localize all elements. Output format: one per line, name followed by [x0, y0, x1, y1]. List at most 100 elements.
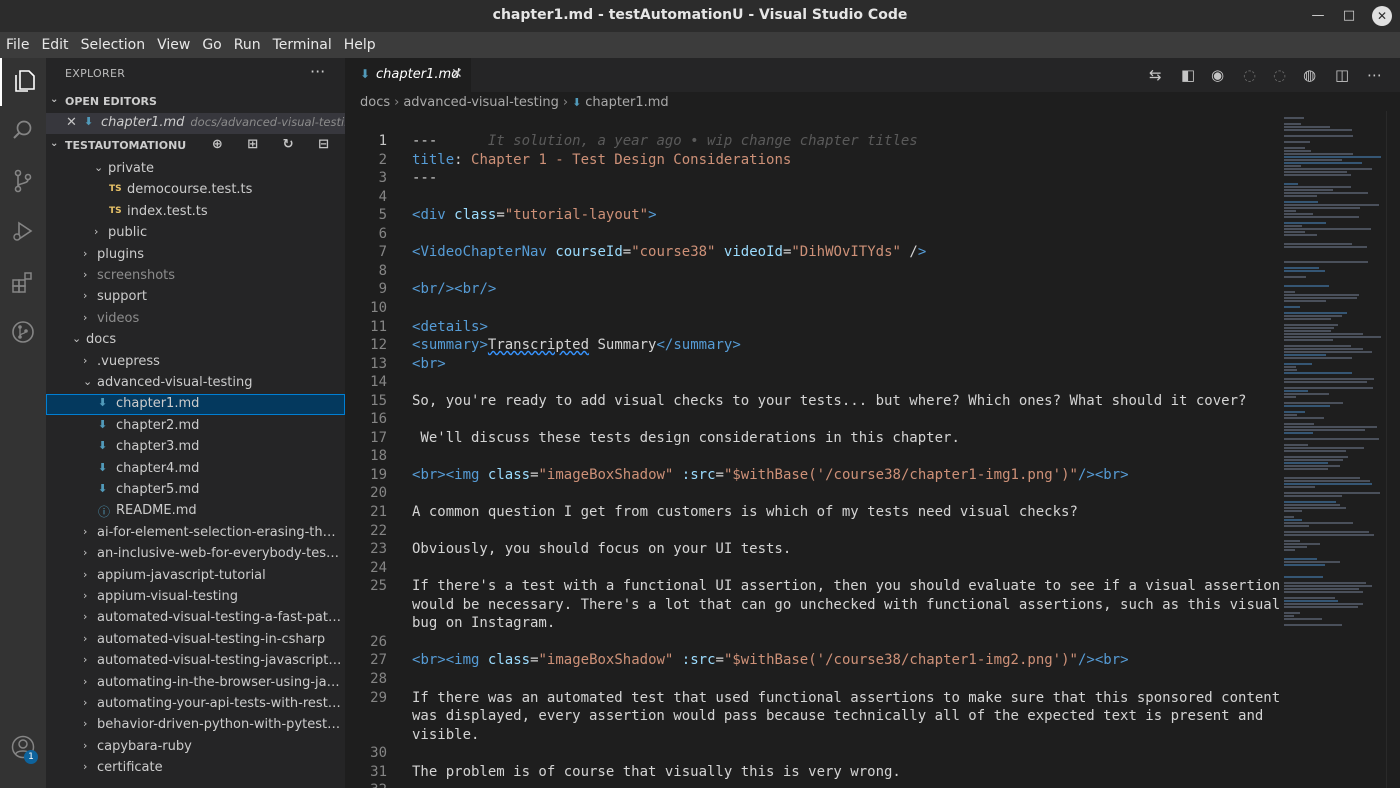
minimap-line — [1284, 405, 1330, 407]
code-line: <div class="tutorial-layout"> — [412, 207, 657, 224]
minimap-line — [1284, 546, 1307, 548]
menu-view[interactable]: View — [151, 32, 196, 58]
activity-bar: 1 — [0, 58, 46, 788]
minimap[interactable] — [1280, 111, 1385, 788]
tree-item[interactable]: ⬇ chapter3.md — [46, 437, 345, 458]
open-editors-header[interactable]: ⌄ OPEN EDITORS — [46, 91, 345, 113]
tree-item[interactable]: ⬇ chapter4.md — [46, 459, 345, 480]
tree-item[interactable]: › ai-for-element-selection-erasing-the-pa… — [46, 523, 345, 544]
tree-item[interactable]: › .vuepress — [46, 352, 345, 373]
menu-go[interactable]: Go — [196, 32, 227, 58]
git-commit-icon[interactable]: ◉ — [1211, 66, 1224, 84]
menu-help[interactable]: Help — [338, 32, 382, 58]
tree-item[interactable]: ⓘ README.md — [46, 501, 345, 522]
minimap-line — [1284, 411, 1305, 413]
open-editor-item[interactable]: ✕ ⬇ chapter1.md docs/advanced-visual-test… — [46, 113, 345, 134]
code-editor[interactable]: 1 --- It solution, a year ago • wip chang… — [345, 131, 1280, 788]
line-number: 6 — [378, 225, 387, 242]
minimap-line — [1284, 393, 1329, 395]
line-number: 5 — [378, 207, 387, 224]
menu-terminal[interactable]: Terminal — [267, 32, 338, 58]
breadcrumb-file[interactable]: chapter1.md — [585, 95, 668, 110]
tree-item[interactable]: › certificate — [46, 758, 345, 779]
run-debug-activity[interactable] — [0, 208, 46, 256]
tree-item[interactable]: › automated-visual-testing-javascript-web… — [46, 651, 345, 672]
minimap-line — [1284, 414, 1297, 416]
line-number: 12 — [370, 337, 387, 354]
close-window-button[interactable]: ✕ — [1372, 6, 1392, 26]
tree-item-label: automated-visual-testing-javascript-webd… — [97, 653, 342, 669]
minimap-line — [1284, 447, 1364, 449]
explorer-toolbar[interactable]: ⊕ ⊞ ↻ ⊟ — [212, 137, 339, 152]
tree-item[interactable]: TS democourse.test.ts — [46, 180, 345, 201]
tree-item[interactable]: › plugins — [46, 245, 345, 266]
minimap-line — [1284, 429, 1365, 431]
previous-change-icon[interactable]: ◌ — [1243, 66, 1256, 84]
code-line: --- — [412, 170, 438, 187]
tab-chapter1[interactable]: ⬇ chapter1.md ✕ — [345, 58, 471, 92]
accounts-activity[interactable]: 1 — [0, 724, 46, 772]
open-preview-icon[interactable]: ◧ — [1181, 66, 1195, 84]
tree-item[interactable]: ⌄ docs — [46, 330, 345, 351]
tree-item[interactable]: › appium-visual-testing — [46, 587, 345, 608]
files-icon — [15, 70, 35, 92]
source-control-activity[interactable] — [0, 158, 46, 206]
tree-item[interactable]: › an-inclusive-web-for-everybody-test-aut… — [46, 544, 345, 565]
menu-selection[interactable]: Selection — [75, 32, 152, 58]
tree-item[interactable]: › automating-in-the-browser-using-javascr… — [46, 673, 345, 694]
tree-item[interactable]: TS index.test.ts — [46, 202, 345, 223]
minimap-line — [1284, 576, 1323, 578]
git-graph-activity[interactable] — [0, 309, 46, 357]
tree-item[interactable]: ⬇ chapter1.md — [46, 394, 345, 416]
minimap-line — [1284, 387, 1373, 389]
tree-item[interactable]: ⬇ chapter2.md — [46, 416, 345, 437]
tree-item[interactable]: › appium-javascript-tutorial — [46, 566, 345, 587]
tree-item[interactable]: › screenshots — [46, 266, 345, 287]
maximize-button[interactable]: □ — [1337, 4, 1361, 28]
minimap-line — [1284, 192, 1368, 194]
minimize-button[interactable]: — — [1306, 4, 1330, 28]
tree-item-label: capybara-ruby — [97, 738, 192, 754]
minimap-line — [1284, 291, 1295, 293]
tree-item[interactable]: ⬇ chapter5.md — [46, 480, 345, 501]
breadcrumb-folder[interactable]: advanced-visual-testing — [403, 95, 559, 110]
more-actions-button[interactable]: ··· — [310, 62, 325, 81]
tree-item[interactable]: › behavior-driven-python-with-pytest-bdd — [46, 715, 345, 736]
tree-item-label: chapter2.md — [116, 417, 200, 433]
tree-item[interactable]: › capybara-ruby — [46, 737, 345, 758]
minimap-line — [1284, 423, 1314, 425]
breadcrumb-docs[interactable]: docs — [360, 95, 390, 110]
menu-edit[interactable]: Edit — [35, 32, 74, 58]
minimap-line — [1284, 117, 1304, 119]
minimap-line — [1284, 294, 1359, 296]
tree-item[interactable]: › automating-your-api-tests-with-rest-ass… — [46, 694, 345, 715]
tree-item[interactable]: › support — [46, 287, 345, 308]
tree-item-label: index.test.ts — [127, 203, 208, 219]
tree-item[interactable]: ⌄ private — [46, 159, 345, 180]
minimap-line — [1284, 624, 1342, 626]
tree-item[interactable]: › automated-visual-testing-a-fast-path-to… — [46, 608, 345, 629]
vertical-scrollbar[interactable] — [1386, 111, 1400, 788]
line-number: 18 — [370, 448, 387, 465]
tree-item[interactable]: › public — [46, 223, 345, 244]
open-changes-icon[interactable]: ⇆ — [1149, 66, 1162, 84]
more-actions-icon[interactable]: ⋯ — [1367, 66, 1382, 84]
split-editor-icon[interactable]: ◫ — [1335, 66, 1349, 84]
search-activity[interactable] — [0, 107, 46, 155]
explorer-activity[interactable] — [0, 58, 46, 106]
line-number: 9 — [378, 281, 387, 298]
tree-item[interactable]: ⌄ advanced-visual-testing — [46, 373, 345, 394]
chevron-right-icon: › — [83, 289, 88, 303]
extensions-activity[interactable] — [0, 259, 46, 307]
line-number: 17 — [370, 429, 387, 446]
menu-run[interactable]: Run — [228, 32, 267, 58]
tree-item[interactable]: › automated-visual-testing-in-csharp — [46, 630, 345, 651]
menu-file[interactable]: File — [0, 32, 35, 58]
tree-item[interactable]: › videos — [46, 309, 345, 330]
workspace-header[interactable]: ⌄ TESTAUTOMATIONU ⊕ ⊞ ↻ ⊟ — [46, 135, 345, 157]
minimap-line — [1284, 615, 1294, 617]
close-icon[interactable]: ✕ — [66, 115, 77, 130]
compare-icon[interactable]: ◍ — [1303, 66, 1316, 84]
close-tab-icon[interactable]: ✕ — [451, 66, 463, 82]
next-change-icon[interactable]: ◌ — [1273, 66, 1286, 84]
